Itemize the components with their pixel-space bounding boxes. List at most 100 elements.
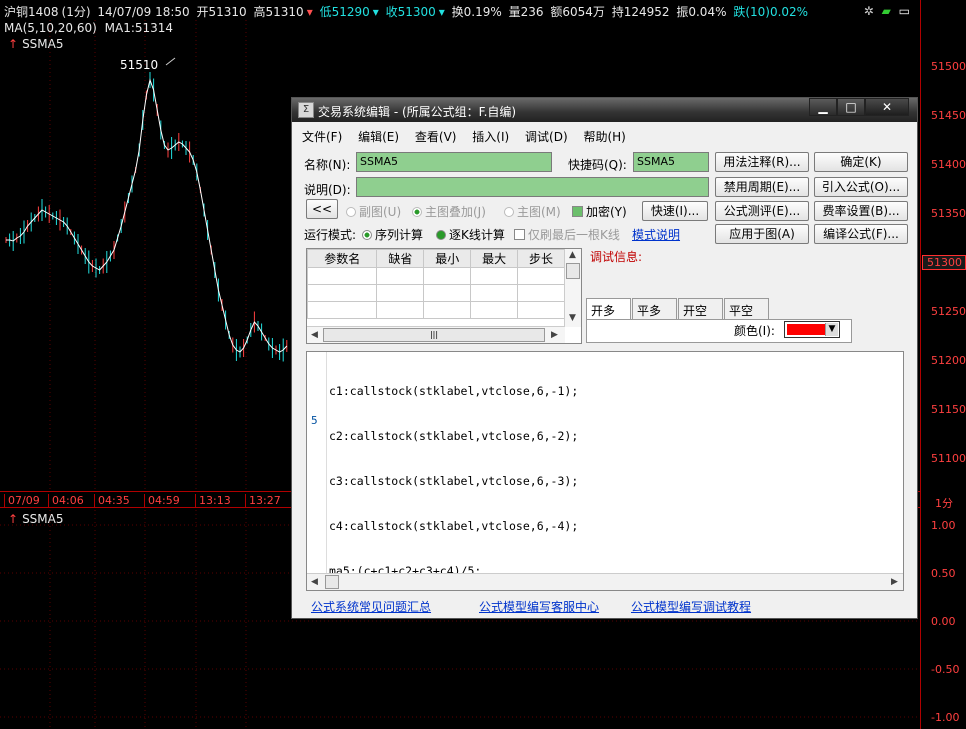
scroll-left-icon[interactable]: ◀ <box>311 577 318 587</box>
shortcut-input[interactable]: SSMA5 <box>633 152 709 172</box>
debug-info-label: 调试信息: <box>590 250 643 264</box>
table-row[interactable] <box>306 267 565 285</box>
radio-label: 序列计算 <box>375 228 424 242</box>
peak-label: 51510 <box>120 58 159 72</box>
minimize-button[interactable]: ▁ <box>809 98 837 116</box>
scroll-up-icon[interactable]: ▲ <box>569 250 576 260</box>
name-input[interactable]: SSMA5 <box>356 152 552 172</box>
tutorial-link[interactable]: 公式模型编写调试教程 <box>631 598 751 615</box>
dialog-title: 交易系统编辑 - (所属公式组：F.自编) <box>318 105 517 119</box>
tab-open-long[interactable]: 开多 <box>586 298 631 321</box>
ma-line <box>6 78 288 353</box>
window-icon[interactable]: ▭ <box>899 4 910 18</box>
checkbox-icon <box>572 206 583 217</box>
table-row[interactable] <box>306 284 565 302</box>
menu-insert[interactable]: 插入(I) <box>466 126 515 147</box>
usage-notes-button[interactable]: 用法注释(R)... <box>715 152 809 172</box>
radio-icon <box>504 207 514 217</box>
period: (1分) <box>61 5 91 19</box>
vertical-scrollbar[interactable]: ▲ ▼ <box>564 249 581 327</box>
import-formula-button[interactable]: 引入公式(O)... <box>814 177 908 197</box>
encrypt-checkbox[interactable]: 加密(Y) <box>572 203 627 220</box>
ok-button[interactable]: 确定(K) <box>814 152 908 172</box>
checkbox-label: 仅刷最后一根K线 <box>528 228 620 242</box>
period-label: 1分 <box>935 497 953 510</box>
radio-serial-calc[interactable]: 序列计算 <box>362 226 423 243</box>
lower-tick: -1.00 <box>931 711 960 724</box>
horizontal-scrollbar[interactable]: ◀ ▶ <box>307 573 903 590</box>
code-line[interactable]: c3:callstock(stklabel,vtclose,6,-3); <box>329 474 578 489</box>
amplitude: 振0.04% <box>676 5 727 19</box>
horizontal-scrollbar[interactable]: ◀ ||| ▶ <box>307 326 565 343</box>
time-label: 04:06 <box>48 494 84 507</box>
indicator-label-bottom[interactable]: ↑ SSMA5 <box>8 511 64 527</box>
color-picker[interactable]: ▼ <box>784 321 840 338</box>
maximize-button[interactable]: □ <box>837 98 865 116</box>
price-tick: 51100 <box>931 452 966 465</box>
formula-editor-dialog: Σ 交易系统编辑 - (所属公式组：F.自编) ▁ □ ✕ 文件(F) 编辑(E… <box>291 97 918 619</box>
radio-label: 主图(M) <box>517 205 561 219</box>
scroll-right-icon[interactable]: ▶ <box>891 577 898 587</box>
column-header: 步长 <box>517 249 565 268</box>
compile-formula-button[interactable]: 编译公式(F)... <box>814 224 908 244</box>
color-swatch <box>787 324 825 335</box>
radio-icon <box>362 230 372 240</box>
parameter-table[interactable]: 参数名 缺省 最小 最大 步长 ▲ ▼ ◀ ||| ▶ <box>306 248 582 344</box>
disable-period-button[interactable]: 禁用周期(E)... <box>715 177 809 197</box>
only-last-checkbox[interactable]: 仅刷最后一根K线 <box>514 226 620 243</box>
time-label: 13:27 <box>245 494 281 507</box>
radio-main-overlay[interactable]: 主图叠加(J) <box>412 203 486 220</box>
scroll-down-icon[interactable]: ▼ <box>569 313 576 323</box>
signal-tabs: 开多 平多 开空 平空 <box>586 298 852 321</box>
price-axis[interactable]: 51500 51450 51400 51350 51250 51200 5115… <box>920 0 966 729</box>
indicator-name: SSMA5 <box>22 512 64 526</box>
menu-debug[interactable]: 调试(D) <box>519 126 574 147</box>
fee-settings-button[interactable]: 费率设置(B)... <box>814 201 908 221</box>
radio-main-chart[interactable]: 主图(M) <box>504 203 561 220</box>
code-line[interactable]: c4:callstock(stklabel,vtclose,6,-4); <box>329 519 578 534</box>
menu-file[interactable]: 文件(F) <box>296 126 348 147</box>
code-text[interactable]: c1:callstock(stklabel,vtclose,6,-1); c2:… <box>329 354 578 609</box>
radio-tick-calc[interactable]: 逐K线计算 <box>436 226 505 243</box>
menu-help[interactable]: 帮助(H) <box>577 126 631 147</box>
holding: 持124952 <box>611 5 670 19</box>
collapse-button[interactable]: << <box>306 199 338 219</box>
price-tick: 51350 <box>931 207 966 220</box>
dialog-titlebar[interactable]: Σ 交易系统编辑 - (所属公式组：F.自编) ▁ □ ✕ <box>292 98 917 122</box>
tab-close-short[interactable]: 平空 <box>724 298 769 320</box>
symbol: 沪铜1408 <box>4 5 59 19</box>
menu-view[interactable]: 查看(V) <box>409 126 463 147</box>
code-line[interactable]: c1:callstock(stklabel,vtclose,6,-1); <box>329 384 578 399</box>
close-button[interactable]: ✕ <box>865 98 909 116</box>
scroll-thumb[interactable]: ||| <box>323 328 545 342</box>
support-center-link[interactable]: 公式模型编写客服中心 <box>479 598 599 615</box>
toolbar-icons: ✲ ▰ ▭ <box>864 4 910 18</box>
shortcut-label: 快捷码(Q): <box>568 158 627 172</box>
formula-test-button[interactable]: 公式测评(E)... <box>715 201 809 221</box>
faq-link[interactable]: 公式系统常见问题汇总 <box>311 598 431 615</box>
code-line[interactable]: c2:callstock(stklabel,vtclose,6,-2); <box>329 429 578 444</box>
down-arrow-icon: ▾ <box>438 5 445 19</box>
code-editor[interactable]: 5 c1:callstock(stklabel,vtclose,6,-1); c… <box>306 351 904 591</box>
price-tick: 51450 <box>931 109 966 122</box>
radio-sub-chart[interactable]: 副图(U) <box>346 203 401 220</box>
dropdown-arrow-icon[interactable]: ▼ <box>825 323 838 336</box>
scroll-thumb[interactable] <box>325 575 339 589</box>
scroll-left-icon[interactable]: ◀ <box>311 330 318 340</box>
tab-close-long[interactable]: 平多 <box>632 298 677 320</box>
gear-icon[interactable]: ✲ <box>864 4 874 18</box>
tab-open-short[interactable]: 开空 <box>678 298 723 320</box>
apply-to-chart-button[interactable]: 应用于图(A) <box>715 224 809 244</box>
scroll-thumb[interactable] <box>566 263 580 279</box>
indicator-label-top[interactable]: ↑ SSMA5 <box>8 36 64 52</box>
link-icon[interactable]: ▰ <box>882 4 891 18</box>
radio-icon <box>436 230 446 240</box>
mode-help-link[interactable]: 模式说明 <box>632 226 680 243</box>
table-row[interactable] <box>306 301 565 319</box>
menu-edit[interactable]: 编辑(E) <box>352 126 405 147</box>
scroll-right-icon[interactable]: ▶ <box>551 330 558 340</box>
fast-button[interactable]: 快速(I)... <box>642 201 708 221</box>
description-input[interactable] <box>356 177 709 197</box>
ma-legend: MA(5,10,20,60) MA1:51314 <box>4 20 173 36</box>
ma1-value: MA1:51314 <box>104 21 174 35</box>
